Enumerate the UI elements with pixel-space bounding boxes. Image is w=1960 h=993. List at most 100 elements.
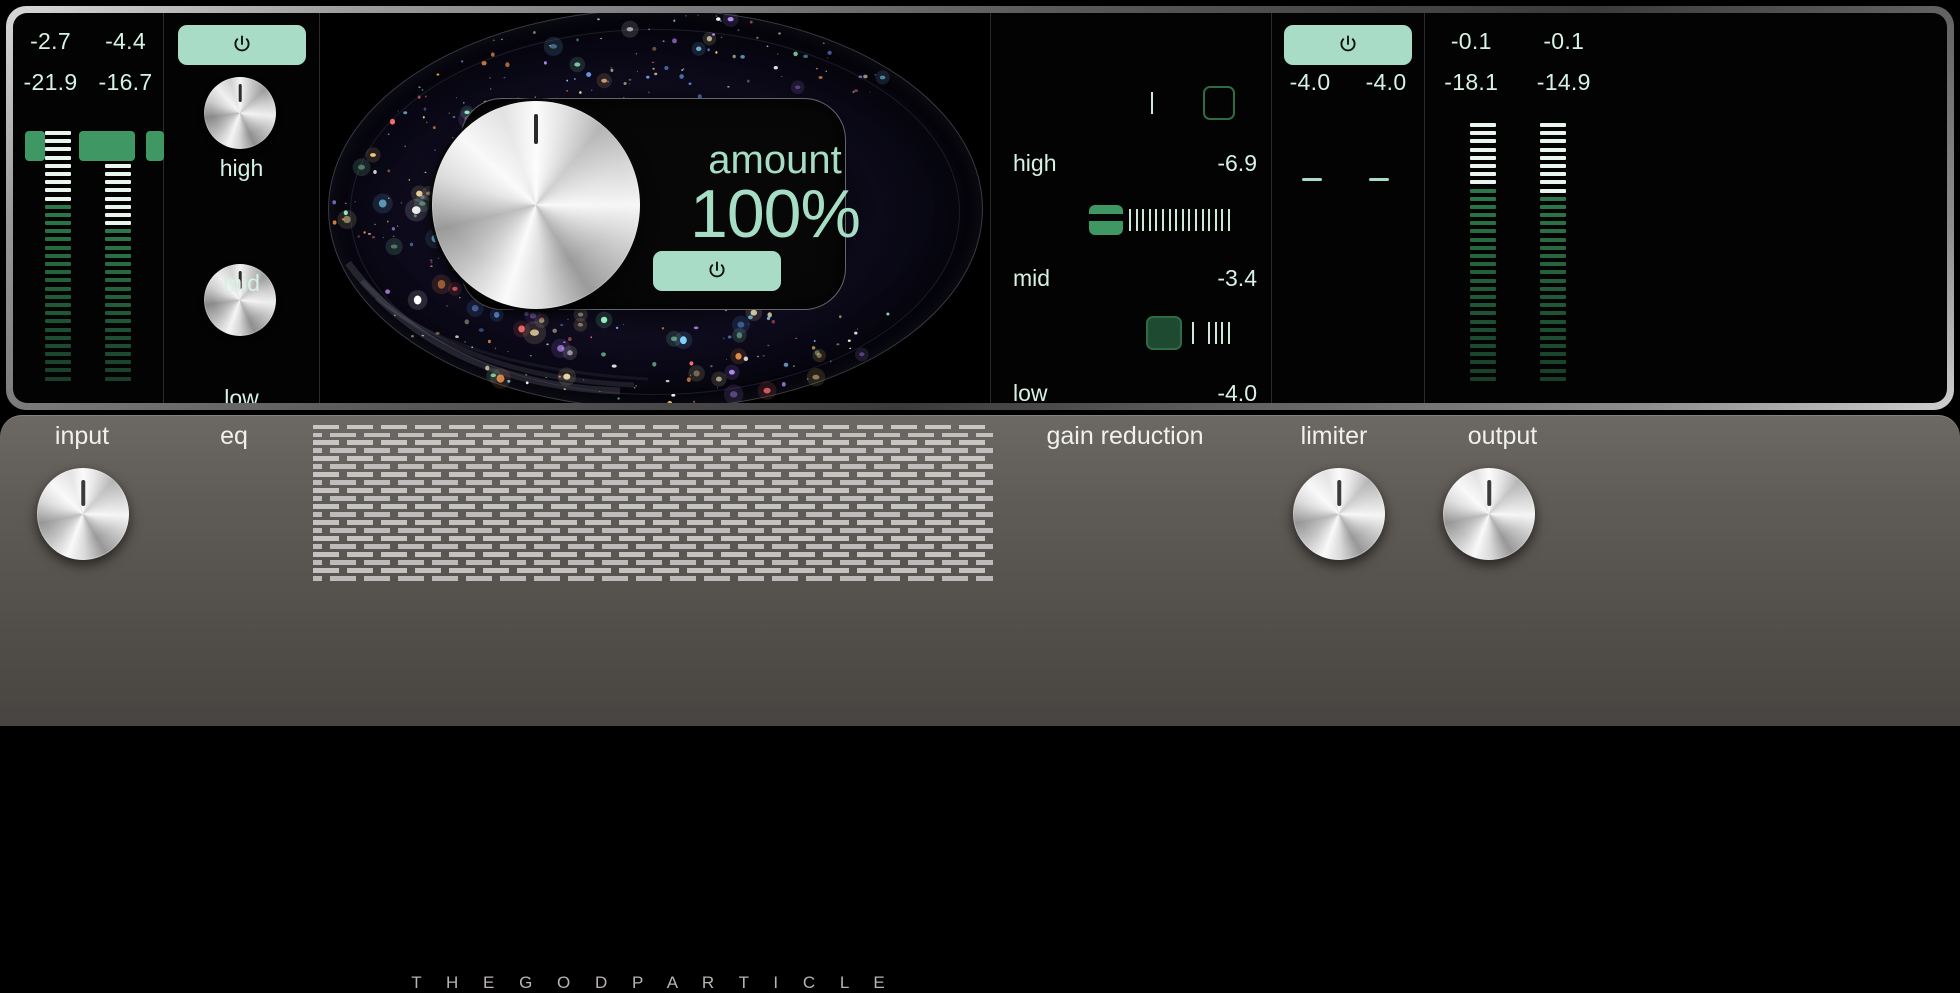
meter-segment <box>1469 270 1496 275</box>
gr-tick <box>1148 209 1151 231</box>
meter-segment <box>105 278 131 283</box>
meter-segment <box>105 360 131 365</box>
gr-tick <box>1227 209 1230 231</box>
gr-tick <box>1221 209 1224 231</box>
input-meter-left <box>45 131 71 393</box>
gr-tick <box>1201 209 1204 231</box>
gain-reduction-section: high -6.9 mid -3.4 low -4.0 <box>991 13 1271 403</box>
gr-tick <box>1194 209 1197 231</box>
meter-segment <box>1469 172 1496 177</box>
meter-segment <box>105 163 131 168</box>
meter-segment <box>45 286 71 291</box>
meter-segment <box>1539 221 1566 226</box>
output-meter-right <box>1539 123 1566 393</box>
meter-segment <box>1539 131 1566 136</box>
gr-tick <box>1208 322 1210 344</box>
meter-segment <box>1539 303 1566 308</box>
meter-segment <box>45 163 71 168</box>
gain-reduction-label: gain reduction <box>1046 422 1204 450</box>
meter-segment <box>105 237 131 242</box>
gr-meter-low <box>1146 316 1266 350</box>
meter-segment <box>1539 147 1566 152</box>
gr-tick <box>1214 209 1217 231</box>
meter-segment <box>45 368 71 373</box>
power-icon <box>709 261 725 278</box>
meter-segment <box>105 368 131 373</box>
eq-low-label: low <box>224 385 259 403</box>
input-peak-hold-center <box>79 131 135 161</box>
meter-segment <box>1469 335 1496 340</box>
meter-segment <box>1539 319 1566 324</box>
gr-value-high: -6.9 <box>1217 150 1257 176</box>
meter-segment <box>1539 327 1566 332</box>
meter-segment <box>1469 147 1496 152</box>
meter-segment <box>45 229 71 234</box>
meter-segment <box>1469 360 1496 365</box>
meter-segment <box>105 171 131 176</box>
input-meters <box>13 131 163 393</box>
meter-segment <box>45 270 71 275</box>
meter-segment <box>1469 376 1496 381</box>
eq-power-button[interactable] <box>178 25 306 65</box>
gr-tick <box>1135 209 1138 231</box>
power-icon <box>1340 35 1356 52</box>
meter-segment <box>1469 327 1496 332</box>
meter-segment <box>1539 278 1566 283</box>
limiter-knob[interactable] <box>1293 468 1385 560</box>
brand-name: T H E G O D P A R T I C L E <box>411 973 895 992</box>
limiter-power-button[interactable] <box>1284 25 1412 65</box>
output-rms-row: -18.1 -14.9 <box>1425 69 1610 96</box>
meter-segment <box>1469 344 1496 349</box>
meter-segment <box>1469 368 1496 373</box>
output-peak-left: -0.1 <box>1450 28 1492 54</box>
meter-segment <box>45 376 71 381</box>
meter-segment <box>45 147 71 152</box>
amount-power-button[interactable] <box>653 251 781 291</box>
meter-segment <box>1469 155 1496 160</box>
gr-block-high <box>1203 86 1235 120</box>
power-icon <box>234 35 250 52</box>
output-meter-left <box>1469 123 1496 393</box>
meter-segment <box>1539 180 1566 185</box>
input-gain-knob[interactable] <box>37 468 129 560</box>
meter-segment <box>1539 344 1566 349</box>
gr-tick <box>1214 322 1217 344</box>
meter-segment <box>1539 311 1566 316</box>
meter-segment <box>1539 163 1566 168</box>
eq-label: eq <box>220 422 248 450</box>
input-peak-row: -2.7 -4.4 <box>13 28 163 55</box>
meter-segment <box>45 253 71 258</box>
meter-segment <box>1469 245 1496 250</box>
gr-block-mid <box>1089 205 1123 235</box>
meter-segment <box>45 131 71 135</box>
meter-segment <box>45 171 71 176</box>
meter-segment <box>105 204 131 209</box>
amount-knob[interactable] <box>432 101 640 309</box>
output-rms-right: -14.9 <box>1536 69 1591 95</box>
meter-segment <box>1469 139 1496 144</box>
meter-segment <box>45 188 71 193</box>
input-rms-left: -21.9 <box>23 69 78 95</box>
meter-segment <box>1539 294 1566 299</box>
meter-segment <box>1469 229 1496 234</box>
output-gain-knob[interactable] <box>1443 468 1535 560</box>
meter-segment <box>45 237 71 242</box>
meter-segment <box>105 180 131 185</box>
input-section: -2.7 -4.4 -21.9 -16.7 <box>13 13 164 403</box>
meter-segment <box>105 343 131 348</box>
meter-segment <box>45 294 71 299</box>
gr-tick <box>1168 209 1171 231</box>
meter-segment <box>1469 204 1496 209</box>
limiter-value-right: -4.0 <box>1365 69 1407 95</box>
output-peak-right: -0.1 <box>1543 28 1585 54</box>
meter-segment <box>1469 213 1496 218</box>
meter-segment <box>1469 286 1496 291</box>
meter-segment <box>1539 229 1566 234</box>
meter-segment <box>105 212 131 217</box>
input-peak-right: -4.4 <box>105 28 146 54</box>
meter-segment <box>1539 139 1566 144</box>
limiter-value-row: -4.0 -4.0 <box>1272 69 1424 96</box>
front-plate: input eq gain reduction limiter output T… <box>0 415 1960 992</box>
meter-segment <box>1539 270 1566 275</box>
eq-high-knob[interactable] <box>204 77 276 149</box>
